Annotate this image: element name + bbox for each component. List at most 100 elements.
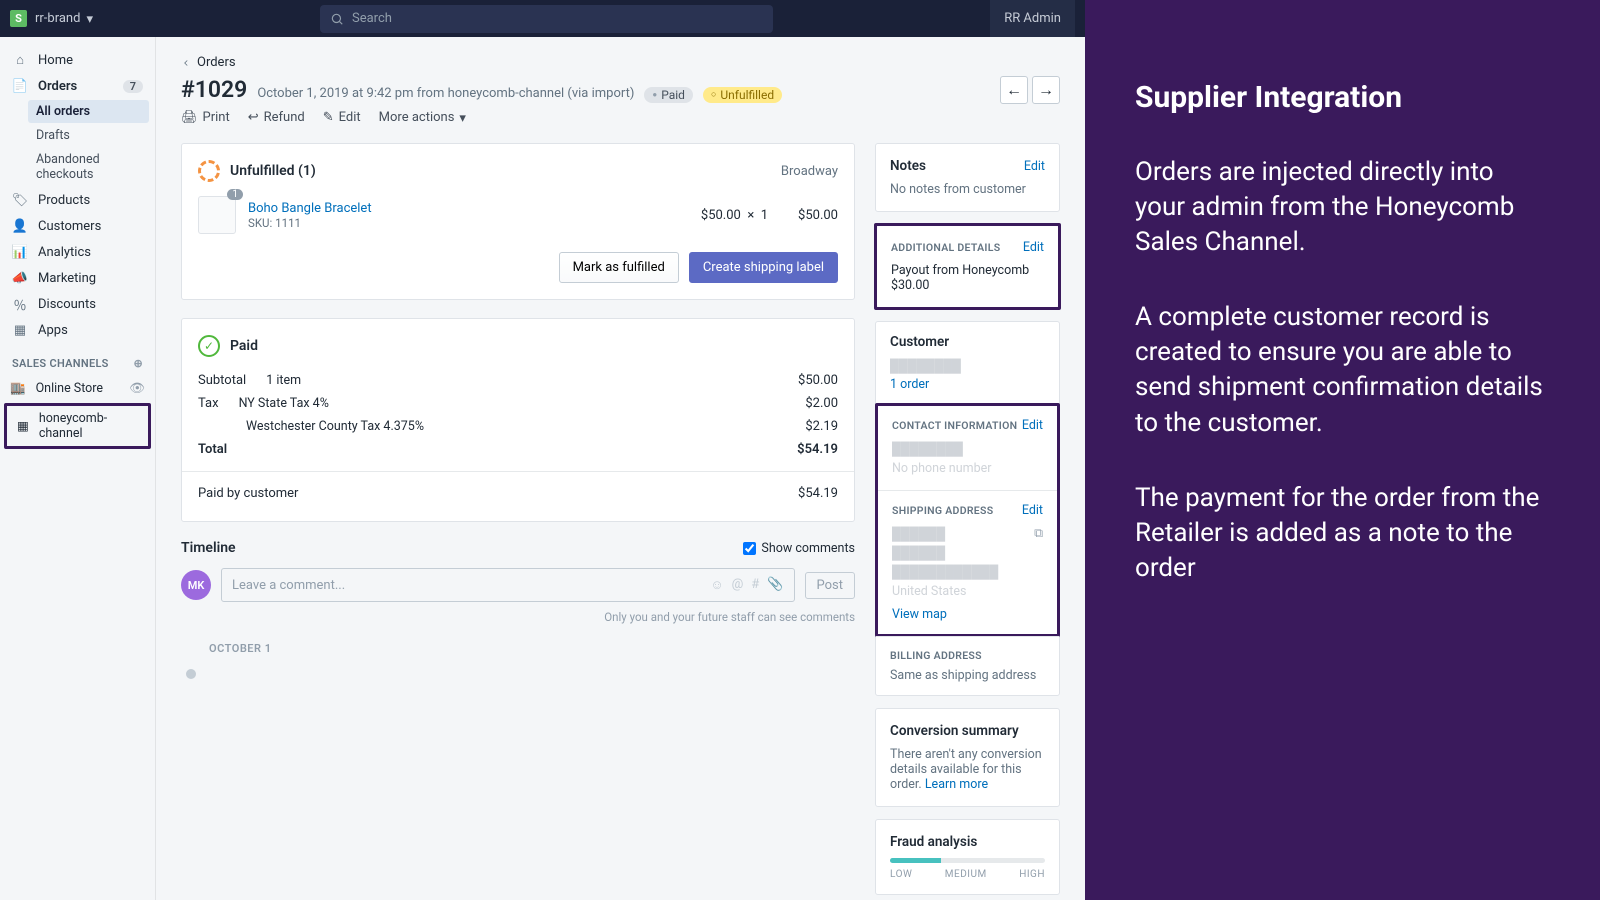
nav-discounts[interactable]: ％Discounts (0, 291, 155, 317)
fulfillment-location: Broadway (781, 164, 838, 179)
admin-menu[interactable]: RR Admin (990, 0, 1075, 37)
next-order-button[interactable]: → (1032, 76, 1060, 104)
mark-fulfilled-button[interactable]: Mark as fulfilled (559, 252, 679, 283)
edit-additional[interactable]: Edit (1023, 240, 1044, 255)
shipping-country: United States (892, 583, 1043, 602)
customer-name[interactable]: ████████ (890, 358, 1045, 377)
chevron-down-icon: ▾ (86, 12, 93, 27)
analytics-icon: 📊 (12, 244, 28, 260)
overlay-p1: Orders are injected directly into your a… (1135, 155, 1550, 260)
breadcrumb-back[interactable]: Orders (181, 55, 1060, 70)
more-actions[interactable]: More actions ▾ (379, 110, 466, 125)
eye-icon[interactable]: 👁 (129, 381, 145, 396)
subnav-drafts[interactable]: Drafts (28, 124, 149, 147)
refund-action[interactable]: ↩Refund (248, 110, 305, 125)
nav-orders[interactable]: 📄Orders7 (0, 73, 155, 99)
line-total: $50.00 (798, 208, 838, 223)
timeline-title: Timeline (181, 540, 236, 556)
edit-contact[interactable]: Edit (1022, 418, 1043, 433)
channel-online-store[interactable]: 🏬 Online Store 👁 (0, 376, 155, 401)
main-content: Orders #1029 October 1, 2019 at 9:42 pm … (156, 37, 1085, 900)
apps-icon: ▦ (12, 322, 28, 338)
shipping-line-2: ██████ (892, 545, 1043, 564)
timeline-note: Only you and your future staff can see c… (181, 610, 855, 624)
home-icon: ⌂ (12, 52, 28, 68)
discount-icon: ％ (12, 296, 28, 312)
subnav-abandoned[interactable]: Abandoned checkouts (28, 148, 149, 186)
unfulfilled-status-icon (198, 160, 220, 182)
nav-analytics[interactable]: 📊Analytics (0, 239, 155, 265)
tag-icon: 🏷 (12, 192, 28, 208)
user-avatar: MK (181, 570, 211, 600)
nav-marketing[interactable]: 📣Marketing (0, 265, 155, 291)
app-container: rr-brand ▾ Search RR Admin ⌂Home 📄Orders… (0, 0, 1085, 900)
prev-order-button[interactable]: ← (1000, 76, 1028, 104)
nav-home[interactable]: ⌂Home (0, 47, 155, 73)
search-input[interactable]: Search (320, 5, 773, 33)
additional-details-highlight: ADDITIONAL DETAILSEdit Payout from Honey… (874, 223, 1061, 310)
unit-price: $50.00 × 1 (701, 208, 768, 223)
print-icon: 🖨 (181, 110, 198, 125)
contact-email[interactable]: ████████ (892, 441, 1043, 460)
create-shipping-label-button[interactable]: Create shipping label (689, 252, 838, 283)
notes-card: NotesEdit No notes from customer (875, 143, 1060, 212)
copy-address-icon[interactable]: ⧉ (1034, 526, 1043, 541)
post-button[interactable]: Post (805, 572, 856, 599)
product-name-link[interactable]: Boho Bangle Bracelet (248, 201, 372, 216)
edit-action[interactable]: ✎Edit (323, 110, 361, 125)
grid-icon: ▦ (17, 418, 29, 434)
comment-input[interactable]: Leave a comment... ☺ @ # 📎 (221, 568, 795, 602)
store-switcher[interactable]: rr-brand ▾ (35, 11, 93, 26)
payment-card: ✓ Paid Subtotal1 item$50.00 TaxNY State … (181, 318, 855, 522)
hash-icon[interactable]: # (751, 577, 759, 593)
chevron-left-icon (181, 58, 191, 68)
show-comments-toggle[interactable]: Show comments (743, 541, 855, 556)
topbar: rr-brand ▾ Search RR Admin (0, 0, 1085, 37)
store-icon: 🏬 (10, 381, 26, 396)
payment-title: Paid (230, 338, 258, 354)
print-action[interactable]: 🖨Print (181, 110, 230, 125)
info-overlay: Supplier Integration Orders are injected… (1085, 0, 1600, 900)
subnav-all-orders[interactable]: All orders (28, 100, 149, 123)
refund-icon: ↩ (248, 110, 259, 125)
fraud-card: Fraud analysis LOWMEDIUMHIGH (875, 819, 1060, 895)
emoji-icon[interactable]: ☺ (710, 577, 723, 593)
sidebar: ⌂Home 📄Orders7 All orders Drafts Abandon… (0, 37, 156, 900)
overlay-p2: A complete customer record is created to… (1135, 300, 1550, 440)
customer-card: Customer ████████ 1 order CONTACT INFORM… (875, 321, 1060, 696)
billing-text: Same as shipping address (890, 668, 1045, 683)
shipping-line-3: ████████████ (892, 564, 1043, 583)
channel-honeycomb[interactable]: ▦ honeycomb-channel (7, 406, 148, 446)
timeline-dot (186, 669, 196, 679)
search-icon (330, 12, 344, 26)
attach-icon[interactable]: 📎 (767, 577, 783, 593)
edit-shipping[interactable]: Edit (1022, 503, 1043, 518)
fraud-meter (890, 858, 1045, 863)
customer-orders-link[interactable]: 1 order (890, 377, 1045, 392)
edit-notes[interactable]: Edit (1024, 159, 1045, 174)
unfulfilled-badge: Unfulfilled (703, 87, 782, 103)
person-icon: 👤 (12, 218, 28, 234)
timeline-date: OCTOBER 1 (209, 642, 855, 655)
pencil-icon: ✎ (323, 110, 334, 125)
sales-channels-label: SALES CHANNELS ⊕ (0, 343, 155, 376)
mention-icon[interactable]: @ (732, 577, 744, 593)
nav-apps[interactable]: ▦Apps (0, 317, 155, 343)
product-thumbnail[interactable]: 1 (198, 196, 236, 234)
shopify-logo-icon (10, 10, 27, 27)
overlay-title: Supplier Integration (1135, 80, 1550, 115)
orders-badge: 7 (123, 80, 143, 93)
timeline-section: Timeline Show comments MK Leave a commen… (181, 540, 855, 679)
paid-badge: Paid (644, 87, 693, 103)
orders-icon: 📄 (12, 78, 28, 94)
learn-more-link[interactable]: Learn more (925, 777, 988, 792)
product-sku: SKU: 1111 (248, 216, 372, 230)
megaphone-icon: 📣 (12, 270, 28, 286)
shipping-line-1: ██████ (892, 526, 1043, 545)
notes-text: No notes from customer (890, 182, 1045, 197)
nav-products[interactable]: 🏷Products (0, 187, 155, 213)
nav-customers[interactable]: 👤Customers (0, 213, 155, 239)
add-channel-icon[interactable]: ⊕ (133, 357, 143, 370)
conversion-card: Conversion summary There aren't any conv… (875, 708, 1060, 807)
view-map-link[interactable]: View map (892, 607, 1043, 622)
